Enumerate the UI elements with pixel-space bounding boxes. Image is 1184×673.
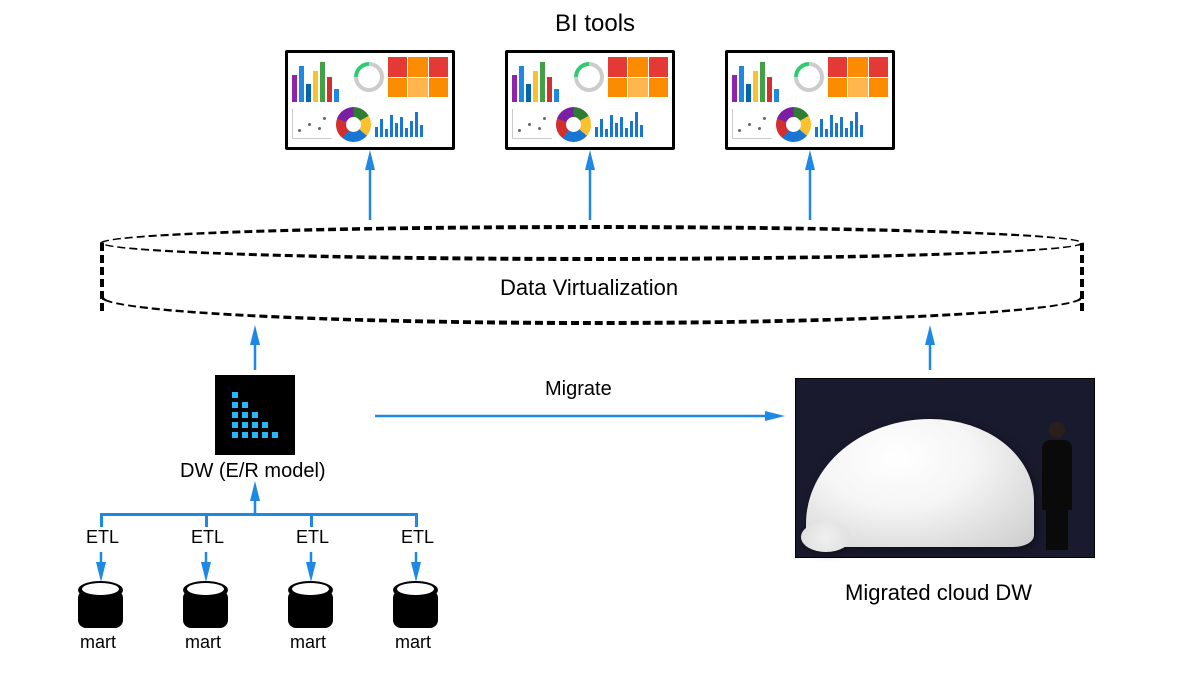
arrow-etl-3 xyxy=(301,550,321,583)
data-virtualization-label: Data Virtualization xyxy=(500,275,678,301)
pie-chart-icon xyxy=(776,107,811,142)
mart-icon-3 xyxy=(288,590,333,628)
arrow-up-1 xyxy=(360,155,380,230)
bi-dashboard-1 xyxy=(285,50,455,150)
sparkbar-icon xyxy=(375,112,448,137)
heatmap-icon xyxy=(388,57,448,97)
pie-chart-icon xyxy=(336,107,371,142)
gauge-icon xyxy=(348,56,390,98)
arrow-migrate xyxy=(375,408,785,429)
arrow-up-2 xyxy=(580,155,600,230)
dw-er-label: DW (E/R model) xyxy=(180,460,326,483)
arrow-etl-2 xyxy=(196,550,216,583)
bi-dashboard-2 xyxy=(505,50,675,150)
mart-label-1: mart xyxy=(80,632,116,653)
mart-label-4: mart xyxy=(395,632,431,653)
migrated-cloud-label: Migrated cloud DW xyxy=(845,580,1032,606)
gauge-icon xyxy=(568,56,610,98)
bar-chart-icon xyxy=(512,57,570,102)
pie-chart-icon xyxy=(556,107,591,142)
bi-tools-label: BI tools xyxy=(555,10,635,38)
arrow-up-3 xyxy=(800,155,820,230)
mart-icon-2 xyxy=(183,590,228,628)
etl-drop-1 xyxy=(100,513,103,527)
etl-label-2: ETL xyxy=(191,527,224,548)
migrated-cloud-image xyxy=(795,378,1095,558)
gauge-icon xyxy=(788,56,830,98)
arrow-cloud-to-virt xyxy=(920,330,940,380)
bar-chart-icon xyxy=(732,57,790,102)
dw-er-icon xyxy=(215,375,295,455)
heatmap-icon xyxy=(608,57,668,97)
heatmap-icon xyxy=(828,57,888,97)
person-silhouette-icon xyxy=(1034,422,1079,552)
sparkbar-icon xyxy=(815,112,888,137)
diagram-canvas: BI tools xyxy=(0,0,1184,673)
etl-label-3: ETL xyxy=(296,527,329,548)
etl-label-4: ETL xyxy=(401,527,434,548)
mart-label-2: mart xyxy=(185,632,221,653)
scatter-icon xyxy=(292,109,332,139)
covered-car-icon xyxy=(806,419,1034,547)
etl-branch-line xyxy=(100,513,415,516)
etl-drop-3 xyxy=(310,513,313,527)
migrate-label: Migrate xyxy=(545,378,612,401)
mart-icon-4 xyxy=(393,590,438,628)
scatter-icon xyxy=(732,109,772,139)
mart-label-3: mart xyxy=(290,632,326,653)
bi-dashboard-3 xyxy=(725,50,895,150)
mart-icon-1 xyxy=(78,590,123,628)
arrow-etl-4 xyxy=(406,550,426,583)
arrow-dw-up-from-tree xyxy=(245,488,265,523)
scatter-icon xyxy=(512,109,552,139)
sparkbar-icon xyxy=(595,112,668,137)
etl-label-1: ETL xyxy=(86,527,119,548)
bar-chart-icon xyxy=(292,57,350,102)
etl-drop-4 xyxy=(415,513,418,527)
arrow-dw-to-virt xyxy=(245,330,265,380)
etl-drop-2 xyxy=(205,513,208,527)
arrow-etl-1 xyxy=(91,550,111,583)
